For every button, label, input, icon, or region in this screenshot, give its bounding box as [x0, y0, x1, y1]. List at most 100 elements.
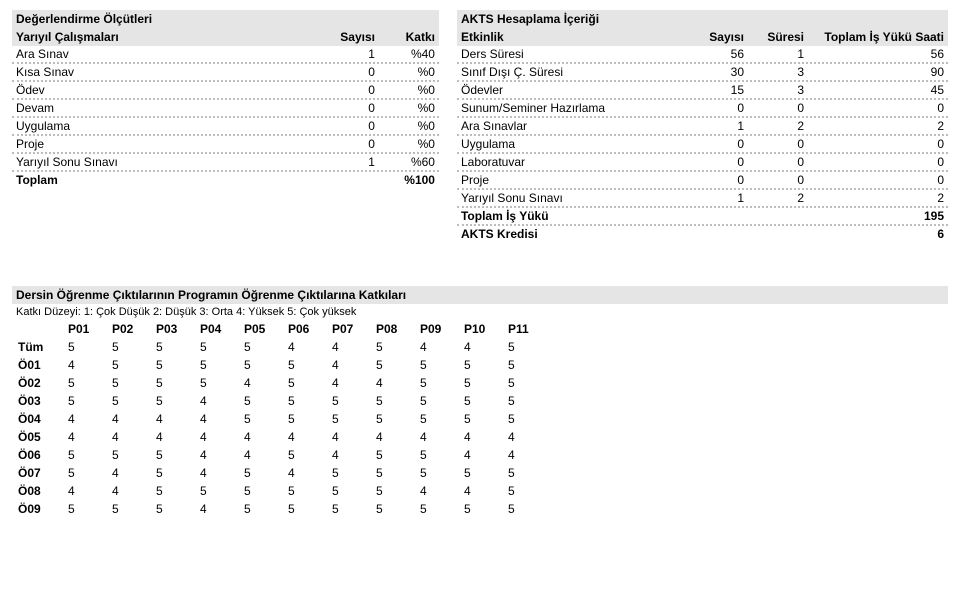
akts-row-label: Sınıf Dışı Ç. Süresi — [461, 65, 684, 79]
akts-row: Uygulama000 — [457, 136, 948, 154]
akts-row-total: 56 — [804, 47, 944, 61]
akts-row-total: 2 — [804, 119, 944, 133]
akts-row-duration: 2 — [744, 191, 804, 205]
matrix-cell: 4 — [414, 428, 458, 446]
akts-credit-row: AKTS Kredisi 6 — [457, 226, 948, 242]
matrix-cell: 4 — [458, 482, 502, 500]
akts-title: AKTS Hesaplama İçeriği — [457, 10, 948, 28]
matrix-cell: 5 — [238, 338, 282, 356]
evaluation-row: Ödev0%0 — [12, 82, 439, 100]
matrix-cell: 4 — [326, 338, 370, 356]
matrix-row: Ö0955545555555 — [12, 500, 546, 518]
evaluation-row-label: Ödev — [16, 83, 315, 97]
matrix-cell: 5 — [502, 500, 546, 518]
akts-row-label: Yarıyıl Sonu Sınavı — [461, 191, 684, 205]
matrix-col-header: P07 — [326, 320, 370, 338]
matrix-cell: 5 — [458, 392, 502, 410]
akts-row-total: 0 — [804, 173, 944, 187]
akts-row-duration: 0 — [744, 155, 804, 169]
matrix-cell: 4 — [106, 428, 150, 446]
evaluation-row-label: Ara Sınav — [16, 47, 315, 61]
matrix-cell: 5 — [62, 338, 106, 356]
matrix-cell: 5 — [370, 446, 414, 464]
evaluation-row-contrib: %0 — [375, 65, 435, 79]
matrix-cell: 5 — [150, 338, 194, 356]
matrix-note: Katkı Düzeyi: 1: Çok Düşük 2: Düşük 3: O… — [12, 304, 948, 320]
matrix-col-header: P08 — [370, 320, 414, 338]
evaluation-row-contrib: %40 — [375, 47, 435, 61]
matrix-col-header: P10 — [458, 320, 502, 338]
matrix-cell: 5 — [370, 338, 414, 356]
evaluation-row-count: 1 — [315, 155, 375, 169]
akts-header-duration: Süresi — [744, 30, 804, 44]
matrix-col-header: P01 — [62, 320, 106, 338]
evaluation-header-count: Sayısı — [315, 30, 375, 44]
akts-row-total: 45 — [804, 83, 944, 97]
matrix-cell: 5 — [326, 482, 370, 500]
matrix-cell: 4 — [62, 482, 106, 500]
matrix-cell: 4 — [458, 446, 502, 464]
akts-row-count: 0 — [684, 137, 744, 151]
matrix-row-label: Ö07 — [12, 464, 62, 482]
akts-row-total: 2 — [804, 191, 944, 205]
matrix-row-label: Ö03 — [12, 392, 62, 410]
evaluation-row: Ara Sınav1%40 — [12, 46, 439, 64]
matrix-cell: 5 — [370, 356, 414, 374]
matrix-cell: 5 — [326, 410, 370, 428]
matrix-cell: 5 — [502, 356, 546, 374]
matrix-cell: 5 — [414, 374, 458, 392]
matrix-cell: 5 — [238, 500, 282, 518]
akts-header-row: Etkinlik Sayısı Süresi Toplam İş Yükü Sa… — [457, 28, 948, 46]
matrix-row: Ö0255554544555 — [12, 374, 546, 392]
akts-row-label: Laboratuvar — [461, 155, 684, 169]
matrix-cell: 4 — [62, 356, 106, 374]
evaluation-row-contrib: %0 — [375, 101, 435, 115]
matrix-cell: 5 — [414, 410, 458, 428]
matrix-cell: 5 — [370, 464, 414, 482]
matrix-col-header: P11 — [502, 320, 546, 338]
matrix-row-label: Ö09 — [12, 500, 62, 518]
evaluation-row-label: Proje — [16, 137, 315, 151]
matrix-col-header: P09 — [414, 320, 458, 338]
matrix-cell: 5 — [62, 374, 106, 392]
evaluation-row-label: Uygulama — [16, 119, 315, 133]
top-tables: Değerlendirme Ölçütleri Yarıyıl Çalışmal… — [12, 10, 948, 242]
matrix-col-header: P06 — [282, 320, 326, 338]
matrix-col-header: P04 — [194, 320, 238, 338]
evaluation-total-row: Toplam %100 — [12, 172, 439, 188]
matrix-cell: 4 — [326, 374, 370, 392]
matrix-cell: 5 — [238, 464, 282, 482]
matrix-cell: 5 — [458, 500, 502, 518]
matrix-cell: 4 — [326, 446, 370, 464]
evaluation-title-text: Değerlendirme Ölçütleri — [16, 12, 435, 26]
matrix-cell: 4 — [326, 356, 370, 374]
matrix-cell: 5 — [194, 338, 238, 356]
akts-row: Ödevler15345 — [457, 82, 948, 100]
matrix-cell: 5 — [150, 374, 194, 392]
evaluation-row: Devam0%0 — [12, 100, 439, 118]
matrix-cell: 5 — [194, 482, 238, 500]
matrix-cell: 5 — [414, 446, 458, 464]
matrix-cell: 4 — [502, 446, 546, 464]
matrix-cell: 4 — [370, 374, 414, 392]
matrix-cell: 4 — [150, 428, 194, 446]
matrix-row: Ö0355545555555 — [12, 392, 546, 410]
evaluation-header-label: Yarıyıl Çalışmaları — [16, 30, 315, 44]
akts-total-workload-value: 195 — [804, 209, 944, 223]
matrix-cell: 4 — [194, 410, 238, 428]
matrix-cell: 4 — [106, 464, 150, 482]
akts-row-count: 0 — [684, 173, 744, 187]
matrix-cell: 5 — [150, 464, 194, 482]
matrix-cell: 5 — [502, 482, 546, 500]
akts-row: Ara Sınavlar122 — [457, 118, 948, 136]
matrix-cell: 5 — [238, 392, 282, 410]
akts-row: Laboratuvar000 — [457, 154, 948, 172]
evaluation-criteria-panel: Değerlendirme Ölçütleri Yarıyıl Çalışmal… — [12, 10, 439, 242]
akts-header-count: Sayısı — [684, 30, 744, 44]
matrix-cell: 4 — [150, 410, 194, 428]
matrix-cell: 5 — [150, 482, 194, 500]
akts-row-total: 0 — [804, 155, 944, 169]
evaluation-row-contrib: %0 — [375, 83, 435, 97]
matrix-cell: 4 — [238, 446, 282, 464]
evaluation-row-contrib: %0 — [375, 137, 435, 151]
